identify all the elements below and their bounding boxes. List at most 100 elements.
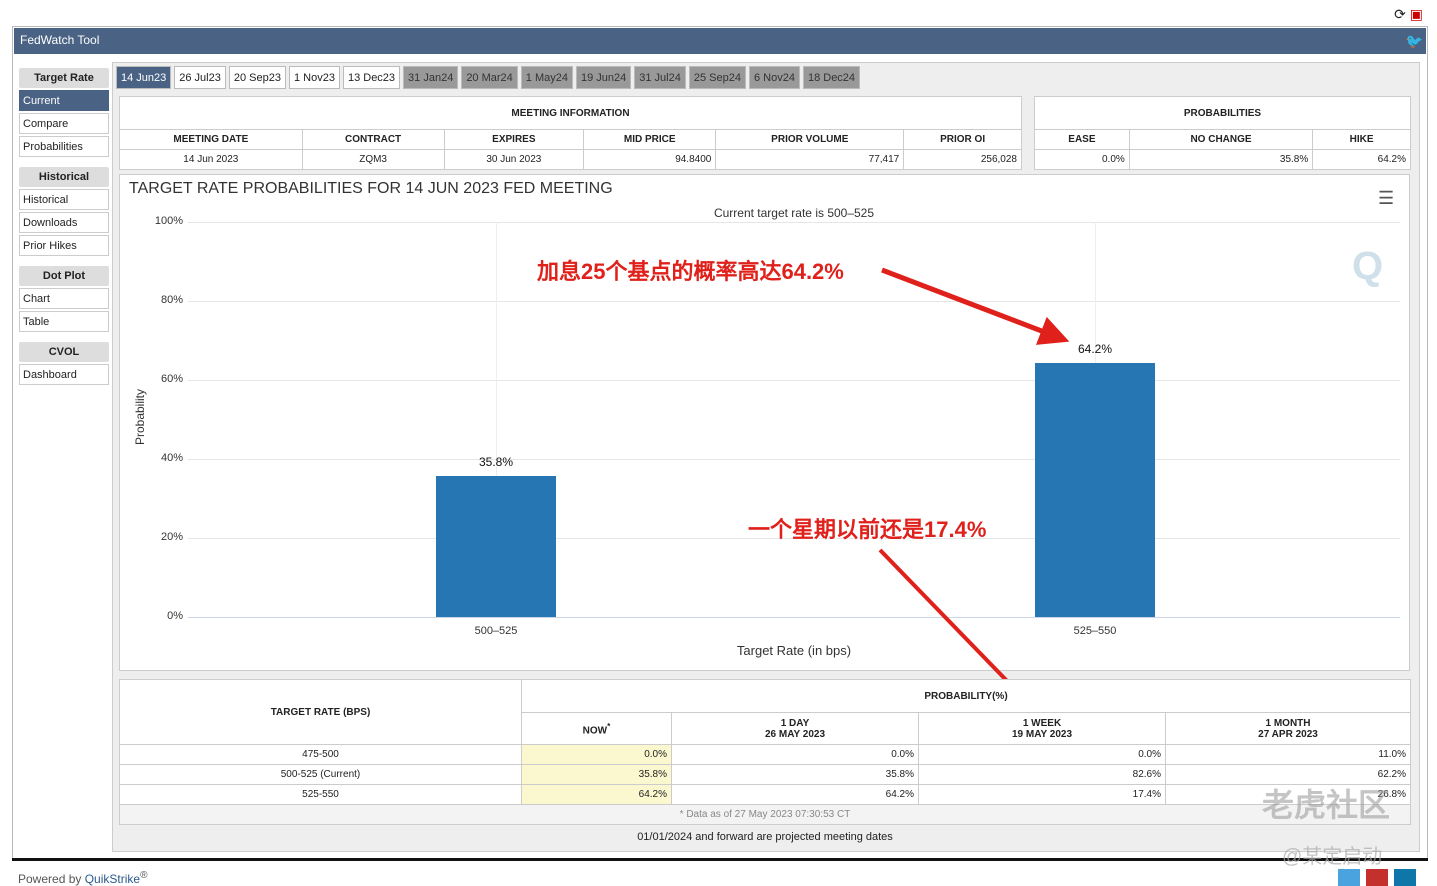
table-cell: 35.8% xyxy=(671,764,919,785)
pdf-icon[interactable]: ▣ xyxy=(1410,6,1423,22)
table-cell: 525-550 xyxy=(119,784,522,805)
mi-v-cell: ZQM3 xyxy=(301,149,445,170)
bar xyxy=(1035,363,1155,617)
data-label: 64.2% xyxy=(1077,342,1113,357)
pr-h-cell: NO CHANGE xyxy=(1128,129,1314,150)
gridline xyxy=(188,222,1400,223)
probabilities-table: PROBABILITIES EASE NO CHANGE HIKE 0.0% 35.8%… xyxy=(1034,96,1411,170)
probability-table: TARGET RATE (BPS) PROBABILITY(%) NOW* 1 … xyxy=(119,679,1411,825)
title-bar: FedWatch Tool xyxy=(14,28,1426,54)
sidebar-heading-cvol[interactable]: CVOL xyxy=(19,342,109,362)
tab-meeting[interactable]: 31 Jan24 xyxy=(403,66,459,89)
app-title: FedWatch Tool xyxy=(20,33,100,47)
data-timestamp-note: * Data as of 27 May 2023 07:30:53 CT xyxy=(119,804,1411,825)
x-tick-label: 500–525 xyxy=(474,625,518,637)
col-now: NOW xyxy=(582,725,608,737)
table-cell: 64.2% xyxy=(671,784,919,805)
gridline xyxy=(188,301,1400,302)
x-axis-line xyxy=(188,617,1400,618)
sidebar-heading-historical[interactable]: Historical xyxy=(19,167,109,187)
table-cell: 500-525 (Current) xyxy=(119,764,522,785)
col-target-rate: TARGET RATE (BPS) xyxy=(119,679,522,745)
tab-meeting[interactable]: 20 Sep23 xyxy=(228,66,286,89)
col-1day: 1 DAY xyxy=(780,717,810,729)
chart-title: TARGET RATE PROBABILITIES FOR 14 JUN 202… xyxy=(129,180,613,197)
y-tick-label: 40% xyxy=(160,452,183,464)
y-tick-label: 20% xyxy=(160,531,183,543)
pr-v-cell: 35.8% xyxy=(1128,149,1314,170)
y-tick-label: 100% xyxy=(154,215,183,227)
sidebar-item-dashboard[interactable]: Dashboard xyxy=(19,364,109,385)
tab-meeting[interactable]: 1 May24 xyxy=(520,66,573,89)
bar xyxy=(436,475,556,617)
tab-meeting[interactable]: 26 Jul23 xyxy=(174,66,226,89)
data-label: 35.8% xyxy=(478,454,514,469)
sidebar-item-prior-hikes[interactable]: Prior Hikes xyxy=(19,235,109,256)
watermark: 老虎社区 xyxy=(1262,787,1391,823)
col-1month-date: 27 APR 2023 xyxy=(1258,728,1318,740)
meeting-tabs: 14 Jun23 26 Jul23 20 Sep23 1 Nov23 13 Dec23 3… xyxy=(116,66,861,89)
menu-icon[interactable]: ☰ xyxy=(1378,188,1394,209)
y-tick-label: 0% xyxy=(167,610,183,622)
sidebar-heading-dot-plot[interactable]: Dot Plot xyxy=(19,266,109,286)
tab-meeting[interactable]: 31 Jul24 xyxy=(634,66,686,89)
chart-subtitle: Current target rate is 500–525 xyxy=(713,206,875,220)
registered-mark: ® xyxy=(140,870,148,881)
twitter-icon[interactable] xyxy=(1338,869,1360,886)
table-row: 500-525 (Current) 35.8% 35.8% 82.6% 62.2% xyxy=(119,764,1411,785)
sidebar-item-chart[interactable]: Chart xyxy=(19,288,109,309)
sidebar-item-historical[interactable]: Historical xyxy=(19,189,109,210)
toolbar-icons: ⟳ ▣ xyxy=(1394,6,1423,23)
now-footnote-mark: * xyxy=(607,720,611,731)
sidebar-item-current[interactable]: Current xyxy=(19,90,109,111)
mi-h-cell: PRIOR VOLUME xyxy=(715,129,905,150)
sidebar-item-table[interactable]: Table xyxy=(19,311,109,332)
x-axis-label: Target Rate (in bps) xyxy=(736,643,852,658)
powered-label: Powered by xyxy=(18,872,85,886)
probabilities-title: PROBABILITIES xyxy=(1034,96,1411,130)
tab-meeting[interactable]: 19 Jun24 xyxy=(576,66,632,89)
table-cell: 0.0% xyxy=(521,744,672,765)
mi-v-cell: 256,028 xyxy=(903,149,1022,170)
y-axis-label: Probability xyxy=(133,388,147,446)
col-probability: PROBABILITY(%) xyxy=(521,679,1411,713)
tab-meeting[interactable]: 6 Nov24 xyxy=(748,66,800,89)
sidebar: Target Rate Current Compare Probabilitie… xyxy=(19,68,109,385)
sidebar-item-probabilities[interactable]: Probabilities xyxy=(19,136,109,157)
col-1week: 1 WEEK xyxy=(1022,717,1062,729)
tab-meeting[interactable]: 1 Nov23 xyxy=(288,66,340,89)
sidebar-item-compare[interactable]: Compare xyxy=(19,113,109,134)
mi-h-cell: EXPIRES xyxy=(443,129,585,150)
sidebar-item-downloads[interactable]: Downloads xyxy=(19,212,109,233)
tab-meeting[interactable]: 20 Mar24 xyxy=(461,66,518,89)
pr-v-cell: 0.0% xyxy=(1034,149,1130,170)
social-icons xyxy=(1338,869,1416,886)
sidebar-heading-target-rate[interactable]: Target Rate xyxy=(19,68,109,88)
table-cell: 475-500 xyxy=(119,744,522,765)
tab-meeting[interactable]: 25 Sep24 xyxy=(688,66,746,89)
table-cell: 35.8% xyxy=(521,764,672,785)
youtube-icon[interactable] xyxy=(1366,869,1388,886)
tab-meeting[interactable]: 14 Jun23 xyxy=(116,66,172,89)
tab-meeting[interactable]: 13 Dec23 xyxy=(342,66,401,89)
linkedin-icon[interactable] xyxy=(1394,869,1416,886)
mi-h-cell: MEETING DATE xyxy=(119,129,303,150)
mi-h-cell: PRIOR OI xyxy=(903,129,1022,150)
mi-h-cell: CONTRACT xyxy=(301,129,445,150)
quikstrike-link[interactable]: QuikStrike xyxy=(85,872,140,886)
table-cell: 0.0% xyxy=(918,744,1166,765)
x-tick-label: 525–550 xyxy=(1073,625,1117,637)
col-1day-date: 26 MAY 2023 xyxy=(764,728,826,740)
mi-h-cell: MID PRICE xyxy=(583,129,717,150)
projected-note: 01/01/2024 and forward are projected mee… xyxy=(637,831,893,843)
annotation-hike-probability: 加息25个基点的概率高达64.2% xyxy=(537,259,844,284)
reload-icon[interactable]: ⟳ xyxy=(1394,6,1406,22)
table-cell: 0.0% xyxy=(671,744,919,765)
col-1week-date: 19 MAY 2023 xyxy=(1011,728,1073,740)
twitter-icon[interactable]: 🐦 xyxy=(1406,33,1423,50)
chart-container xyxy=(119,174,1410,671)
mi-v-cell: 14 Jun 2023 xyxy=(119,149,303,170)
gridline xyxy=(188,459,1400,460)
tab-meeting[interactable]: 18 Dec24 xyxy=(802,66,861,89)
gridline xyxy=(188,380,1400,381)
